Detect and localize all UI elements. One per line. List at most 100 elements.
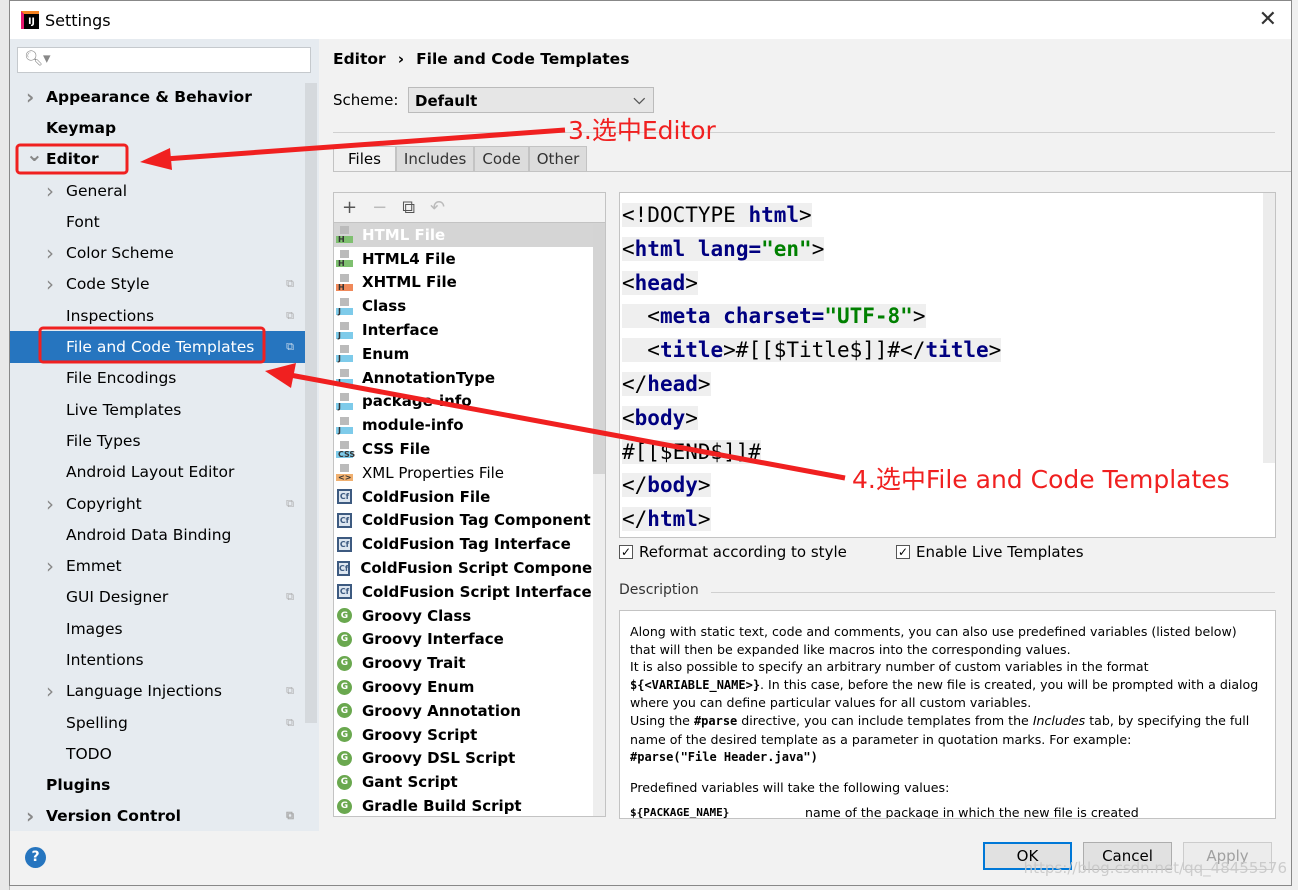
template-item[interactable]: J Class	[334, 294, 605, 318]
search-input[interactable]: 🔍︎▾	[17, 47, 311, 73]
project-settings-icon: ⧉	[286, 340, 294, 354]
checkbox-checked-icon: ✓	[896, 545, 910, 559]
scheme-select[interactable]: Default ⌵	[408, 87, 654, 113]
template-item[interactable]: Cf ColdFusion Tag Component	[334, 509, 605, 533]
sidebar-item-language-injections[interactable]: › Language Injections ⧉	[10, 676, 306, 707]
copy-icon[interactable]: ⧉	[402, 197, 415, 218]
template-item[interactable]: G Groovy Annotation	[334, 699, 605, 723]
chevron-right-icon[interactable]: ›	[26, 804, 34, 828]
description-panel: Along with static text, code and comment…	[619, 610, 1276, 819]
sidebar-item-live-templates[interactable]: Live Templates	[10, 394, 306, 425]
template-item[interactable]: G Groovy Enum	[334, 675, 605, 699]
coldfusion-icon: Cf	[337, 489, 352, 505]
code-token: html	[748, 203, 800, 227]
sidebar-item-label: File Types	[66, 431, 141, 450]
sidebar-item-todo[interactable]: TODO	[10, 738, 306, 769]
sidebar-scrollbar[interactable]	[305, 83, 317, 723]
chevron-right-icon[interactable]: ›	[46, 272, 54, 296]
sidebar-item-color-scheme[interactable]: › Color Scheme	[10, 237, 306, 268]
sidebar-item-label: Editor	[46, 150, 99, 169]
code-line: </html>	[622, 503, 1275, 537]
sidebar-item-plugins[interactable]: Plugins	[10, 770, 306, 801]
template-item[interactable]: J AnnotationType	[334, 366, 605, 390]
chevron-right-icon[interactable]: ›	[46, 241, 54, 265]
template-item[interactable]: H XHTML File	[334, 271, 605, 295]
sidebar-item-inspections[interactable]: Inspections ⧉	[10, 300, 306, 331]
xml-file-icon: <>	[336, 464, 353, 482]
template-item[interactable]: Jmodule-info	[334, 413, 605, 437]
sidebar-item-file-types[interactable]: File Types	[10, 425, 306, 456]
template-item[interactable]: CSS CSS File	[334, 437, 605, 461]
tab-code[interactable]: Code	[474, 146, 529, 171]
template-item[interactable]: G Groovy Interface	[334, 628, 605, 652]
template-label: Groovy Interface	[362, 630, 504, 649]
template-item[interactable]: G Groovy Script	[334, 723, 605, 747]
tab-other[interactable]: Other	[528, 146, 588, 171]
remove-icon[interactable]: −	[372, 197, 387, 218]
sidebar-item-code-style[interactable]: › Code Style ⧉	[10, 269, 306, 300]
template-item[interactable]: J Interface	[334, 318, 605, 342]
sidebar-item-file-encodings[interactable]: File Encodings	[10, 363, 306, 394]
sidebar-item-label: Plugins	[46, 776, 111, 795]
css-file-icon: CSS	[336, 440, 355, 458]
list-scrollbar[interactable]	[593, 224, 605, 816]
sidebar-item-general[interactable]: › General	[10, 175, 306, 206]
sidebar-item-intentions[interactable]: Intentions	[10, 644, 306, 675]
chevron-right-icon[interactable]: ›	[46, 554, 54, 578]
list-scroll-thumb[interactable]	[593, 224, 605, 474]
chevron-right-icon[interactable]: ›	[46, 179, 54, 203]
template-label: Groovy Enum	[362, 678, 475, 697]
sidebar-item-editor[interactable]: ⌄ Editor	[10, 142, 306, 175]
tab-includes[interactable]: Includes	[395, 146, 475, 171]
sidebar-item-label: Keymap	[46, 118, 117, 137]
help-icon[interactable]: ?	[25, 847, 46, 868]
sidebar-item-keymap[interactable]: Keymap	[10, 112, 306, 143]
sidebar-item-gui-designer[interactable]: GUI Designer ⧉	[10, 582, 306, 613]
sidebar-item-android-layout-editor[interactable]: Android Layout Editor	[10, 457, 306, 488]
template-item[interactable]: H HTML File	[334, 223, 605, 247]
add-icon[interactable]: +	[342, 197, 357, 218]
template-label: ColdFusion Tag Component	[362, 511, 591, 530]
enable-live-templates-checkbox[interactable]: ✓ Enable Live Templates	[896, 543, 1084, 561]
template-item[interactable]: Cf ColdFusion Script Component	[334, 556, 605, 580]
groovy-icon: G	[337, 798, 352, 814]
template-item[interactable]: G Gradle Build Script	[334, 794, 605, 816]
sidebar-item-file-and-code-templates[interactable]: File and Code Templates ⧉	[10, 331, 306, 363]
template-item[interactable]: G Groovy Trait	[334, 651, 605, 675]
sidebar-item-images[interactable]: Images	[10, 613, 306, 644]
chevron-right-icon[interactable]: ›	[26, 85, 34, 109]
template-label: ColdFusion Script Component	[360, 559, 606, 578]
template-item[interactable]: G Gant Script	[334, 770, 605, 794]
sidebar-item-emmet[interactable]: › Emmet	[10, 550, 306, 581]
chevron-right-icon[interactable]: ›	[46, 679, 54, 703]
template-item[interactable]: H HTML4 File	[334, 247, 605, 271]
template-item[interactable]: G Groovy Class	[334, 604, 605, 628]
editor-scrollbar[interactable]	[1263, 193, 1275, 463]
groovy-icon: G	[337, 774, 352, 790]
chevron-down-icon[interactable]: ⌄	[26, 142, 43, 166]
sidebar-item-spelling[interactable]: Spelling ⧉	[10, 707, 306, 738]
java-file-icon: J	[336, 369, 353, 387]
template-item[interactable]: Jpackage-info	[334, 390, 605, 414]
chevron-right-icon[interactable]: ›	[46, 492, 54, 516]
close-icon[interactable]: ✕	[1259, 7, 1277, 32]
template-tabs: Files Includes Code Other	[333, 146, 588, 171]
template-list: H HTML File H HTML4 File H XHTML File J Class J I…	[334, 223, 605, 816]
sidebar-item-version-control[interactable]: › Version Control ⧉	[10, 801, 306, 832]
reformat-checkbox[interactable]: ✓ Reformat according to style	[619, 543, 847, 561]
sidebar-item-appearance-behavior[interactable]: › Appearance & Behavior	[10, 81, 306, 112]
sidebar-item-android-data-binding[interactable]: Android Data Binding	[10, 519, 306, 550]
template-item[interactable]: Cf ColdFusion File	[334, 485, 605, 509]
template-item[interactable]: J Enum	[334, 342, 605, 366]
watermark: https://blog.csdn.net/qq_48455576	[1023, 859, 1287, 877]
template-item[interactable]: G Groovy DSL Script	[334, 747, 605, 771]
template-item[interactable]: Cf ColdFusion Tag Interface	[334, 532, 605, 556]
sidebar-item-copyright[interactable]: › Copyright ⧉	[10, 488, 306, 519]
template-item[interactable]: <> XML Properties File	[334, 461, 605, 485]
breadcrumb-parent[interactable]: Editor	[333, 50, 386, 68]
reset-icon[interactable]: ↶	[430, 197, 445, 218]
java-file-icon: J	[336, 297, 353, 315]
template-item[interactable]: Cf ColdFusion Script Interface	[334, 580, 605, 604]
tab-files[interactable]: Files	[333, 146, 396, 171]
sidebar-item-font[interactable]: Font	[10, 206, 306, 237]
